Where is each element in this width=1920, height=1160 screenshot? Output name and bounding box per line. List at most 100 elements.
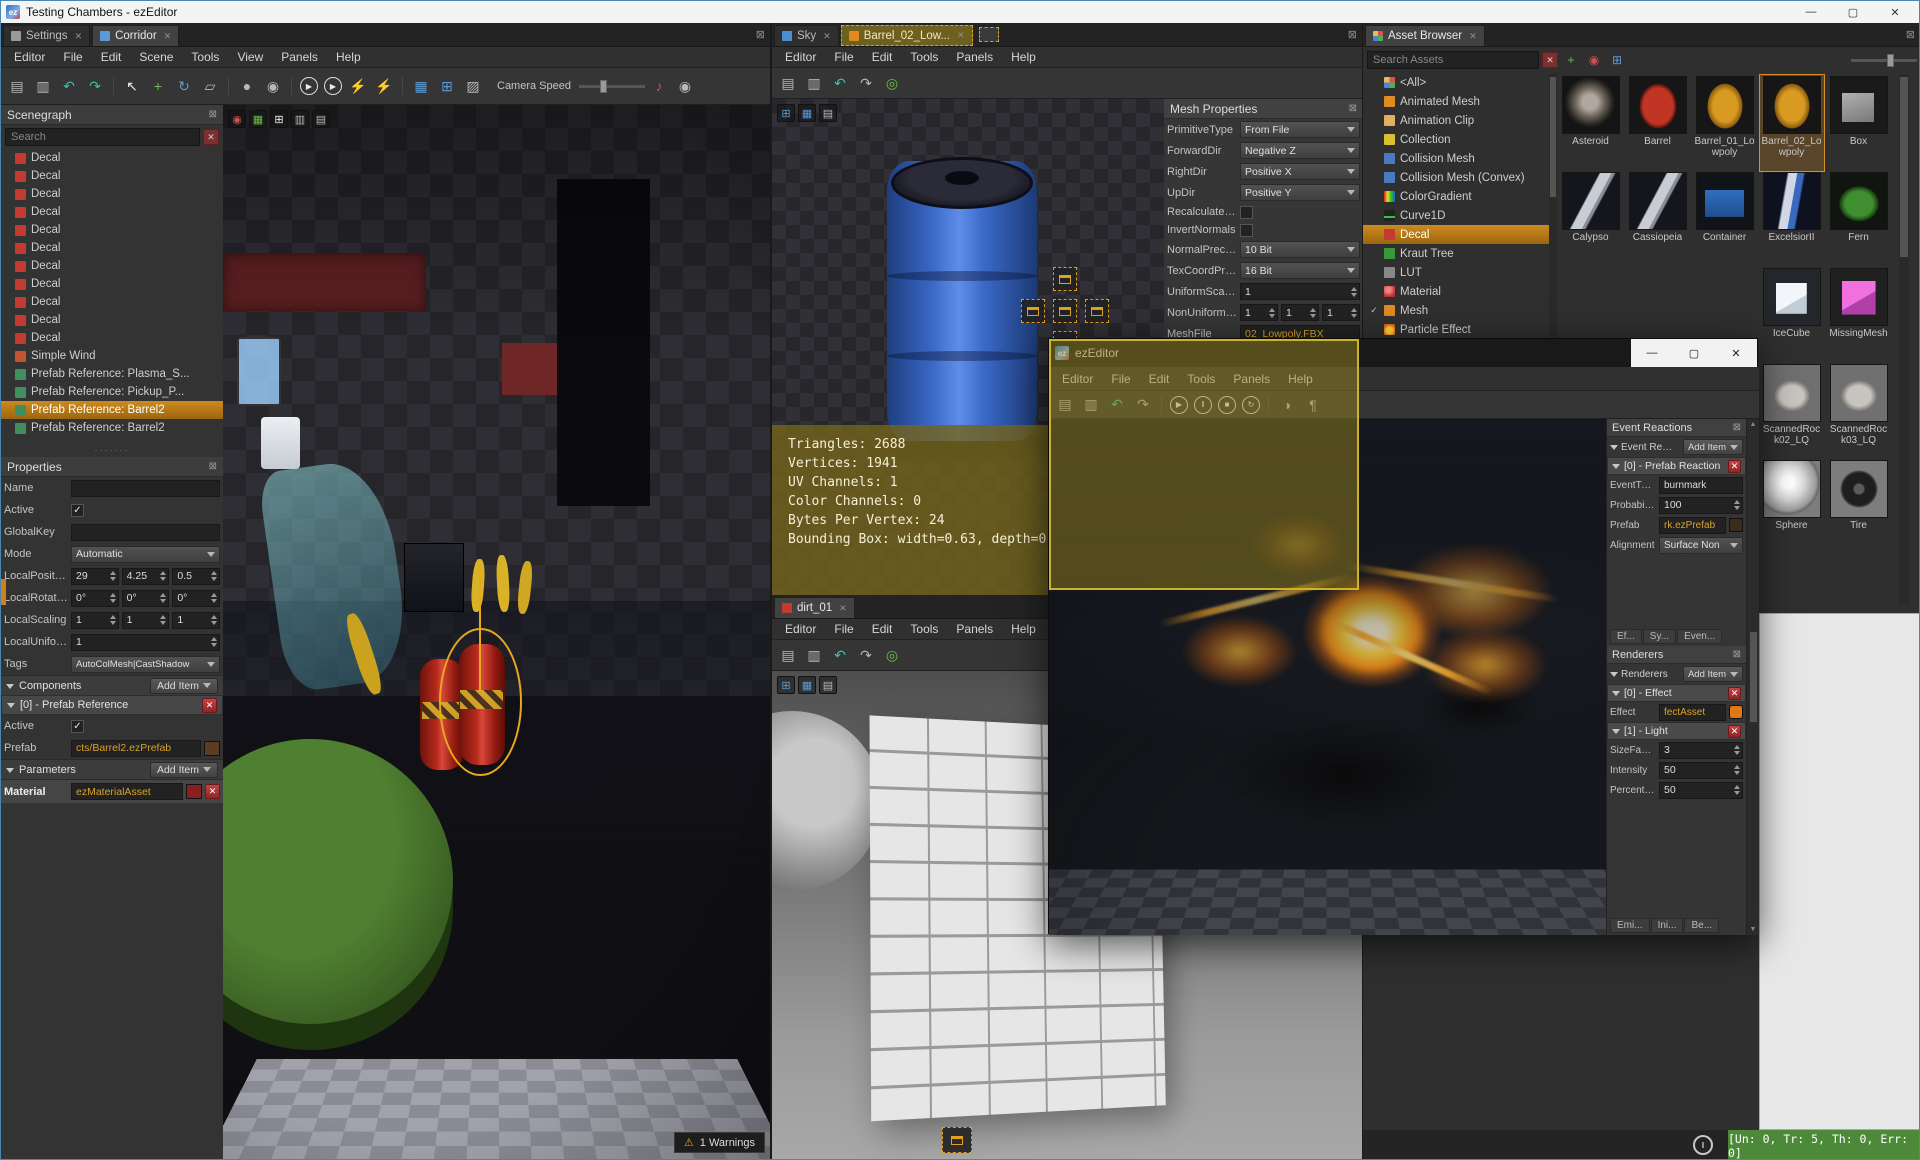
menu-item[interactable]: Panels (1224, 369, 1279, 389)
spinner[interactable] (211, 634, 217, 650)
restart-icon[interactable]: ↻ (1242, 396, 1260, 414)
warnings-badge[interactable]: ⚠ 1 Warnings (674, 1132, 765, 1153)
scene-node[interactable]: Decal (1, 149, 223, 167)
document-tab[interactable]: dirt_01 ✕ (774, 597, 855, 618)
title-bar[interactable]: ez Testing Chambers - ezEditor — ▢ ✕ (1, 1, 1920, 23)
asset-item[interactable]: ScannedRock03_LQ (1827, 363, 1891, 459)
components-header[interactable]: Components Add Item (1, 675, 223, 695)
spinner[interactable] (1310, 305, 1316, 321)
scene-node[interactable]: Decal (1, 293, 223, 311)
add-component-button[interactable]: Add Item (150, 678, 218, 694)
maximize-button[interactable]: ▢ (1673, 339, 1715, 367)
spinner[interactable] (211, 612, 217, 628)
scenegraph-panel-header[interactable]: Scenegraph ⊠ (1, 105, 223, 125)
scene-node[interactable]: Prefab Reference: Barrel2 (1, 401, 223, 419)
asset-picker-button[interactable] (204, 741, 220, 756)
menu-item[interactable]: File (1102, 369, 1139, 389)
scene-node[interactable]: Decal (1, 167, 223, 185)
add-renderer-button[interactable]: Add Item (1683, 666, 1743, 682)
menu-item[interactable]: Tools (1178, 369, 1224, 389)
filter-checkmark[interactable]: ✓ (1369, 305, 1379, 316)
tree-scrollbar[interactable] (1549, 73, 1557, 343)
scene-node[interactable]: Decal (1, 257, 223, 275)
asset-item[interactable]: Barrel_02_Lowpoly (1760, 75, 1824, 171)
dock-close-icon[interactable]: ⊠ (1733, 422, 1741, 433)
updir-dropdown[interactable]: Positive Y (1240, 184, 1360, 201)
asset-picker-button[interactable] (1729, 518, 1743, 532)
percentage-field[interactable]: 50 (1659, 782, 1743, 799)
open-icon[interactable]: ▥ (802, 643, 826, 667)
asset-item[interactable]: ScannedRock02_LQ (1760, 363, 1824, 459)
pin-icon[interactable]: ¶ (1301, 393, 1325, 417)
spinner[interactable] (1351, 305, 1357, 321)
mesh-properties-header[interactable]: Mesh Properties ⊠ (1164, 99, 1363, 119)
view-mode-icon[interactable]: ⊞ (1607, 50, 1627, 70)
grid-icon[interactable]: ▦ (249, 110, 267, 128)
asset-type-item[interactable]: Material (1363, 282, 1549, 301)
dock-close-icon[interactable]: ⊠ (209, 109, 217, 120)
asset-type-item[interactable]: Particle Effect (1363, 320, 1549, 339)
asset-item[interactable]: Container (1693, 171, 1757, 267)
search-input[interactable] (5, 128, 200, 146)
particle-preview-viewport[interactable] (1049, 419, 1606, 935)
eventtype-field[interactable]: burnmark (1659, 477, 1743, 494)
grid-icon[interactable]: ⊞ (777, 104, 795, 122)
prefab-reference-group-header[interactable]: [0] - Prefab Reference ✕ (1, 695, 223, 715)
menu-item[interactable]: Help (327, 47, 370, 67)
nonuniform-x-field[interactable]: 1 (1240, 304, 1278, 321)
transform-gizmo-icon[interactable]: ⚡ (346, 74, 370, 98)
tab-close-icon[interactable]: ✕ (823, 31, 831, 42)
close-button[interactable]: ✕ (1874, 1, 1916, 23)
undo-icon[interactable]: ↶ (1105, 393, 1129, 417)
spinner[interactable] (110, 568, 116, 584)
dock-scrollbar[interactable]: ▲ ▼ (1746, 419, 1759, 935)
asset-type-item[interactable]: <All> (1363, 73, 1549, 92)
tab-close-icon[interactable]: ✕ (75, 31, 83, 42)
save-icon[interactable]: ▤ (5, 74, 29, 98)
asset-item[interactable]: Box (1827, 75, 1891, 171)
scene-node[interactable]: Decal (1, 275, 223, 293)
recalculatenormals-checkbox[interactable] (1240, 206, 1253, 219)
scene-node[interactable]: Prefab Reference: Barrel2 (1, 419, 223, 437)
prefab-asset-field[interactable]: cts/Barrel2.ezPrefab (71, 740, 201, 757)
divider[interactable] (1268, 396, 1269, 414)
spinner[interactable] (1734, 762, 1740, 778)
save-icon[interactable]: ▤ (1053, 393, 1077, 417)
position-x-field[interactable]: 29 (71, 568, 119, 585)
globalkey-field[interactable] (71, 524, 220, 541)
menu-item[interactable]: File (825, 619, 862, 639)
remove-component-button[interactable]: ✕ (202, 698, 217, 713)
scene-viewport[interactable]: ◉ ▦ ⊞ ▥ ▤ ⚠ 1 Warnings (223, 105, 771, 1160)
panel-tab[interactable]: Even... (1677, 629, 1722, 644)
asset-type-item[interactable]: Decal (1363, 225, 1549, 244)
panel-tab[interactable]: Sy... (1643, 629, 1676, 644)
play-icon[interactable]: ▶ (1170, 396, 1188, 414)
asset-item[interactable]: IceCube (1760, 267, 1824, 363)
tab-close-icon[interactable]: ✕ (1469, 31, 1477, 42)
forwarddir-dropdown[interactable]: Negative Z (1240, 142, 1360, 159)
gizmo-axis[interactable] (479, 564, 481, 691)
screenshot-icon[interactable]: ▤ (819, 104, 837, 122)
select-icon[interactable]: ↖ (120, 74, 144, 98)
asset-item[interactable]: Calypso (1559, 171, 1623, 267)
render-pipeline-icon[interactable]: ● (235, 74, 259, 98)
menu-item[interactable]: Edit (92, 47, 131, 67)
add-event-reaction-button[interactable]: Add Item (1683, 439, 1743, 455)
probability-field[interactable]: 100 (1659, 497, 1743, 514)
menu-item[interactable]: Panels (272, 47, 327, 67)
menu-item[interactable]: Panels (947, 619, 1002, 639)
speed-icon[interactable]: ◑ (1275, 393, 1299, 417)
divider[interactable] (228, 77, 229, 95)
rightdir-dropdown[interactable]: Positive X (1240, 163, 1360, 180)
spinner[interactable] (211, 568, 217, 584)
document-tab[interactable]: Sky ✕ (774, 25, 839, 46)
asset-type-item[interactable]: Collision Mesh (Convex) (1363, 168, 1549, 187)
nonuniform-z-field[interactable]: 1 (1322, 304, 1360, 321)
scene-node[interactable]: Decal (1, 239, 223, 257)
grid-icon[interactable]: ▦ (409, 74, 433, 98)
play-icon[interactable]: ▶ (300, 77, 318, 95)
rotation-z-field[interactable]: 0° (172, 590, 220, 607)
remove-button[interactable]: ✕ (1728, 460, 1741, 473)
primitivetype-dropdown[interactable]: From File (1240, 121, 1360, 138)
scale-x-field[interactable]: 1 (71, 612, 119, 629)
